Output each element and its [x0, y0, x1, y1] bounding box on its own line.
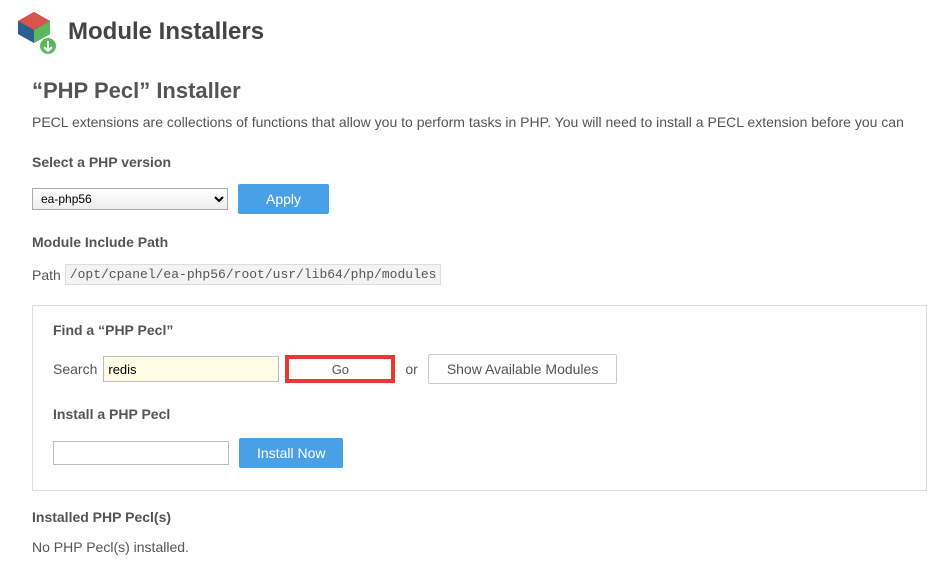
php-version-select[interactable]: ea-php56: [32, 188, 228, 210]
or-text: or: [405, 361, 417, 377]
installed-message: No PHP Pecl(s) installed.: [32, 539, 927, 555]
installer-description: PECL extensions are collections of funct…: [32, 114, 927, 130]
installer-heading: “PHP Pecl” Installer: [32, 78, 927, 104]
apply-button[interactable]: Apply: [238, 184, 329, 214]
page-title: Module Installers: [68, 18, 264, 46]
installed-label: Installed PHP Pecl(s): [32, 509, 927, 525]
install-input[interactable]: [53, 441, 229, 465]
find-panel: Find a “PHP Pecl” Search Go or Show Avai…: [32, 305, 927, 491]
search-label: Search: [53, 361, 97, 377]
search-input[interactable]: [103, 356, 279, 382]
install-label: Install a PHP Pecl: [53, 406, 906, 422]
install-now-button[interactable]: Install Now: [239, 438, 343, 468]
page-header: Module Installers: [12, 10, 927, 54]
path-label: Path: [32, 267, 61, 283]
go-button[interactable]: Go: [285, 355, 395, 383]
find-label: Find a “PHP Pecl”: [53, 322, 906, 338]
path-value: /opt/cpanel/ea-php56/root/usr/lib64/php/…: [65, 264, 442, 285]
module-installers-icon: [12, 10, 56, 54]
php-version-label: Select a PHP version: [32, 154, 927, 170]
module-path-label: Module Include Path: [32, 234, 927, 250]
show-modules-button[interactable]: Show Available Modules: [428, 354, 618, 384]
